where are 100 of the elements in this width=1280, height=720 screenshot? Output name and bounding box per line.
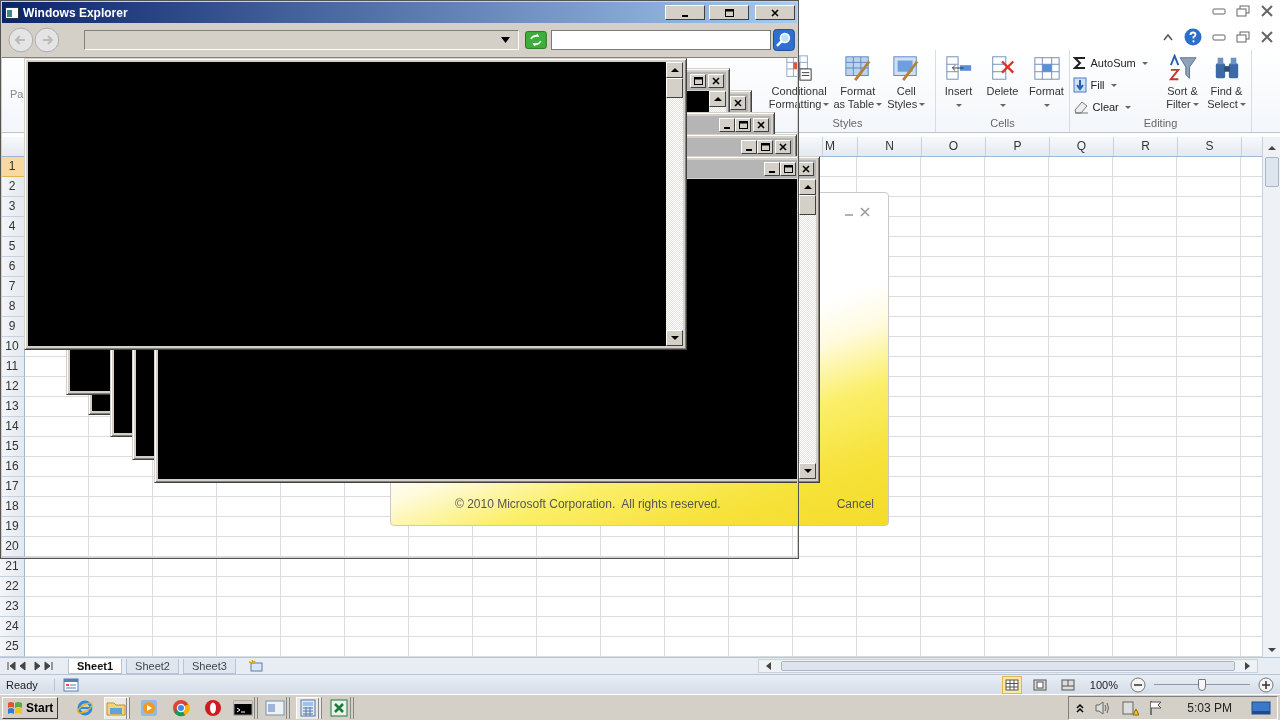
caret-icon — [876, 103, 883, 106]
close-button[interactable] — [730, 96, 746, 110]
vertical-scrollbar[interactable] — [1262, 137, 1280, 657]
ribbon-command[interactable]: AutoSum — [1072, 54, 1161, 72]
row-header[interactable]: 22 — [0, 577, 25, 597]
sheet-tab[interactable]: Sheet3 — [182, 658, 236, 674]
format-cells-icon — [1032, 54, 1061, 82]
scroll-up-button[interactable] — [799, 179, 816, 195]
cancel-link[interactable]: Cancel — [836, 497, 874, 511]
close-icon — [734, 99, 742, 107]
zoom-level[interactable]: 100% — [1089, 678, 1118, 691]
scroll-down-button[interactable] — [799, 463, 816, 479]
start-button[interactable]: Start — [2, 696, 59, 719]
close-button[interactable] — [708, 74, 724, 88]
row-header[interactable]: 25 — [0, 637, 25, 657]
column-header[interactable]: Q — [1049, 137, 1113, 156]
row-header[interactable]: 21 — [0, 557, 25, 577]
vertical-scrollbar[interactable] — [666, 62, 683, 346]
scroll-down-button[interactable] — [666, 330, 683, 346]
network-warning-icon[interactable] — [1121, 699, 1140, 716]
close-button[interactable] — [753, 118, 769, 132]
row-header[interactable]: 12 — [0, 377, 25, 397]
zoom-out-icon[interactable] — [1130, 676, 1146, 693]
minimize-button[interactable] — [719, 118, 735, 132]
scroll-up-button[interactable] — [709, 91, 726, 107]
row-header[interactable]: 24 — [0, 617, 25, 637]
view-button[interactable] — [1001, 675, 1022, 694]
row-header[interactable]: 16 — [0, 457, 25, 477]
ribbon-command[interactable]: Find & Select — [1204, 54, 1249, 111]
close-icon[interactable] — [860, 207, 870, 217]
row-header[interactable]: 14 — [0, 417, 25, 437]
row-header[interactable]: 19 — [0, 517, 25, 537]
ribbon-command[interactable]: Fill — [1072, 76, 1161, 94]
maximize-button[interactable] — [690, 74, 706, 88]
minimize-button[interactable] — [741, 140, 757, 154]
restore-icon[interactable] — [1236, 5, 1250, 17]
ribbon-command[interactable]: Delete — [980, 54, 1025, 107]
column-header[interactable]: O — [921, 137, 985, 156]
command-label: Sort & — [1167, 85, 1198, 98]
ribbon-command[interactable]: Sort & Filter — [1160, 54, 1205, 111]
refresh-button[interactable] — [525, 31, 548, 49]
search-button[interactable] — [773, 29, 795, 51]
minimize-icon[interactable] — [1212, 6, 1226, 16]
ribbon-command[interactable]: Cell Styles — [884, 54, 929, 111]
address-field[interactable] — [83, 30, 520, 50]
column-header[interactable]: N — [857, 137, 921, 156]
clock[interactable]: 5:03 PM — [1187, 700, 1232, 715]
help-icon[interactable] — [1184, 28, 1202, 46]
maximize-icon — [760, 143, 770, 151]
macro-record-icon[interactable] — [62, 677, 79, 692]
column-header[interactable]: R — [1113, 137, 1177, 156]
maximize-button[interactable] — [735, 118, 751, 132]
maximize-button[interactable] — [780, 162, 796, 176]
command-label: Format — [1029, 85, 1064, 98]
close-button[interactable] — [755, 5, 795, 20]
maximize-icon — [724, 8, 734, 17]
row-header[interactable]: 23 — [0, 597, 25, 617]
row-header[interactable]: 15 — [0, 437, 25, 457]
sheet-tab[interactable]: Sheet2 — [126, 658, 179, 674]
zoom-in-icon[interactable] — [1258, 676, 1274, 693]
ribbon-command[interactable]: Format as Table — [831, 54, 885, 111]
row-header[interactable]: 18 — [0, 497, 25, 517]
scroll-up-button[interactable] — [666, 62, 683, 78]
paste-label[interactable]: Pa — [10, 88, 24, 101]
row-header[interactable]: 13 — [0, 397, 25, 417]
ribbon-command[interactable]: Format — [1024, 54, 1069, 107]
column-header[interactable]: P — [985, 137, 1049, 156]
restore-icon[interactable] — [1236, 31, 1250, 43]
show-hidden-icons-icon[interactable] — [1075, 701, 1086, 714]
row-header[interactable]: 17 — [0, 477, 25, 497]
close-icon[interactable] — [1260, 31, 1274, 43]
collapse-icon[interactable] — [1162, 32, 1174, 42]
table-brush-icon — [843, 54, 872, 82]
minimize-button[interactable] — [665, 5, 705, 20]
taskbar-button[interactable] — [232, 696, 259, 719]
minimize-button[interactable] — [764, 162, 780, 176]
window-icon — [5, 6, 19, 19]
maximize-button[interactable] — [757, 140, 773, 154]
close-button[interactable] — [775, 140, 791, 154]
horizontal-scrollbar[interactable] — [758, 659, 1258, 673]
ribbon-command[interactable]: Clear — [1072, 98, 1161, 116]
sheet-tab[interactable]: Sheet1 — [68, 658, 123, 674]
row-header[interactable]: 20 — [0, 537, 25, 557]
calculator-icon — [299, 699, 316, 717]
scroll-thumb[interactable] — [781, 661, 1235, 671]
maximize-button[interactable] — [709, 5, 749, 20]
ribbon-command[interactable]: Insert — [936, 54, 981, 107]
browser-icon — [172, 698, 191, 717]
row-header[interactable]: 11 — [0, 357, 25, 377]
command-label: Format — [840, 85, 876, 98]
group-label: Editing — [1143, 116, 1178, 130]
search-field[interactable] — [551, 30, 772, 50]
command-label: Select — [1207, 98, 1238, 111]
minimize-icon[interactable] — [1212, 32, 1226, 42]
close-icon[interactable] — [1260, 5, 1274, 17]
column-header[interactable]: S — [1177, 137, 1241, 156]
vertical-scrollbar[interactable] — [799, 179, 816, 479]
show-desktop-icon[interactable] — [1251, 700, 1271, 715]
column-header[interactable]: M — [822, 137, 857, 156]
scroll-thumb[interactable] — [1264, 157, 1279, 187]
